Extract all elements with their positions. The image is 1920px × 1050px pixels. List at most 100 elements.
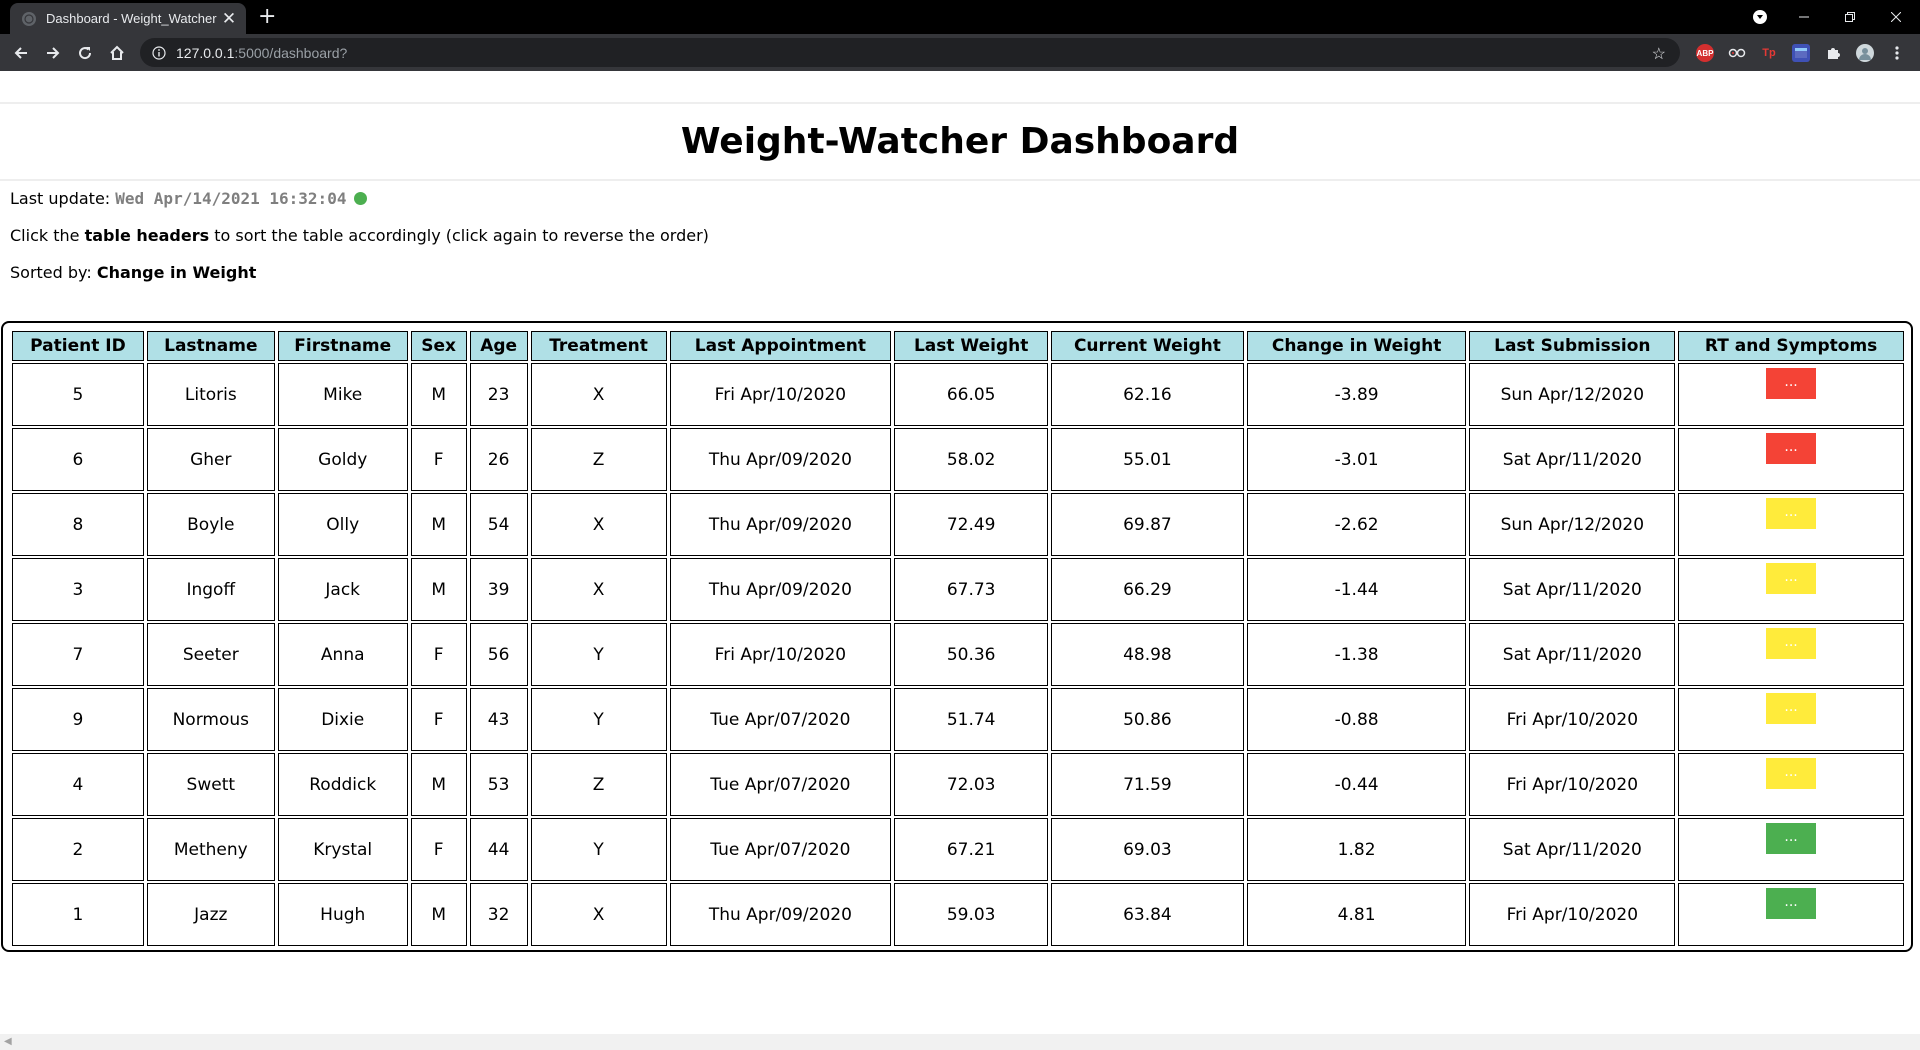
cell-change-in-weight: -2.62 xyxy=(1246,493,1467,556)
table-row: 7 Seeter Anna F 56 Y Fri Apr/10/2020 50.36 48.98… xyxy=(12,623,1904,686)
cell-age: 44 xyxy=(469,818,528,881)
cell-current-weight: 48.98 xyxy=(1051,623,1244,686)
back-icon[interactable] xyxy=(8,40,34,66)
cell-firstname: Goldy xyxy=(277,428,408,491)
instructions-bold: table headers xyxy=(84,226,210,245)
cell-sex: M xyxy=(410,493,467,556)
symptoms-button[interactable]: ... xyxy=(1766,693,1817,724)
cell-last-submission: Fri Apr/10/2020 xyxy=(1469,883,1676,946)
header-firstname[interactable]: Firstname xyxy=(277,331,408,361)
table-container: Patient ID Lastname Firstname Sex Age Tr… xyxy=(1,321,1913,952)
header-last-submission[interactable]: Last Submission xyxy=(1469,331,1676,361)
tp-extension-icon[interactable]: Tp xyxy=(1760,44,1778,62)
header-last-appointment[interactable]: Last Appointment xyxy=(669,331,892,361)
symptoms-button[interactable]: ... xyxy=(1766,888,1817,919)
globe-icon xyxy=(22,11,36,26)
cell-rt-and-symptoms: ... xyxy=(1678,818,1904,881)
cell-lastname: Gher xyxy=(146,428,275,491)
bookmark-star-icon[interactable]: ☆ xyxy=(1652,44,1666,64)
cell-treatment: Y xyxy=(530,818,667,881)
table-row: 4 Swett Roddick M 53 Z Tue Apr/07/2020 72.03 71.… xyxy=(12,753,1904,816)
cell-rt-and-symptoms: ... xyxy=(1678,688,1904,751)
cell-last-submission: Sun Apr/12/2020 xyxy=(1469,363,1676,426)
header-rt-and-symptoms[interactable]: RT and Symptoms xyxy=(1678,331,1904,361)
cell-change-in-weight: -1.38 xyxy=(1246,623,1467,686)
sorted-by-label: Sorted by: xyxy=(10,263,97,282)
cell-last-appointment: Thu Apr/09/2020 xyxy=(669,493,892,556)
symptoms-button[interactable]: ... xyxy=(1766,563,1817,594)
header-sex[interactable]: Sex xyxy=(410,331,467,361)
cell-age: 23 xyxy=(469,363,528,426)
adblock-extension-icon[interactable]: ABP xyxy=(1696,44,1714,62)
sorted-by-line: Sorted by: Change in Weight xyxy=(10,262,256,284)
header-treatment[interactable]: Treatment xyxy=(530,331,667,361)
cell-last-appointment: Tue Apr/07/2020 xyxy=(669,688,892,751)
reload-icon[interactable] xyxy=(72,40,98,66)
cell-last-appointment: Fri Apr/10/2020 xyxy=(669,623,892,686)
browser-tab[interactable]: Dashboard - Weight_Watcher ✕ xyxy=(10,3,246,34)
cell-firstname: Olly xyxy=(277,493,408,556)
cell-last-appointment: Thu Apr/09/2020 xyxy=(669,428,892,491)
symptoms-button[interactable]: ... xyxy=(1766,433,1817,464)
minimize-icon[interactable] xyxy=(1784,0,1824,34)
cell-lastname: Normous xyxy=(146,688,275,751)
symptoms-button[interactable]: ... xyxy=(1766,823,1817,854)
screen-extension-icon[interactable] xyxy=(1792,44,1810,62)
cell-treatment: Y xyxy=(530,688,667,751)
symptoms-button[interactable]: ... xyxy=(1766,498,1817,529)
header-last-weight[interactable]: Last Weight xyxy=(894,331,1049,361)
cell-current-weight: 63.84 xyxy=(1051,883,1244,946)
cell-rt-and-symptoms: ... xyxy=(1678,558,1904,621)
profile-avatar-icon[interactable] xyxy=(1856,44,1874,62)
tab-title: Dashboard - Weight_Watcher xyxy=(46,11,217,26)
cell-lastname: Ingoff xyxy=(146,558,275,621)
cell-treatment: X xyxy=(530,883,667,946)
glasses-extension-icon[interactable] xyxy=(1728,44,1746,62)
cell-last-appointment: Thu Apr/09/2020 xyxy=(669,883,892,946)
close-tab-icon[interactable]: ✕ xyxy=(218,9,240,29)
symptoms-button[interactable]: ... xyxy=(1766,368,1817,399)
header-patient-id[interactable]: Patient ID xyxy=(12,331,144,361)
cell-change-in-weight: -1.44 xyxy=(1246,558,1467,621)
browser-menu-icon[interactable] xyxy=(1888,44,1906,62)
cell-current-weight: 69.87 xyxy=(1051,493,1244,556)
cell-age: 54 xyxy=(469,493,528,556)
cell-lastname: Boyle xyxy=(146,493,275,556)
cell-change-in-weight: -0.44 xyxy=(1246,753,1467,816)
home-icon[interactable] xyxy=(104,40,130,66)
header-lastname[interactable]: Lastname xyxy=(146,331,275,361)
cell-treatment: Y xyxy=(530,623,667,686)
cell-age: 26 xyxy=(469,428,528,491)
table-row: 2 Metheny Krystal F 44 Y Tue Apr/07/2020 67.21 6… xyxy=(12,818,1904,881)
new-tab-button[interactable]: + xyxy=(258,3,276,31)
url-path: :5000/dashboard? xyxy=(234,44,348,61)
info-icon[interactable] xyxy=(151,45,167,61)
cell-last-weight: 66.05 xyxy=(894,363,1049,426)
profile-download-icon[interactable] xyxy=(1740,0,1780,34)
header-current-weight[interactable]: Current Weight xyxy=(1051,331,1244,361)
forward-icon[interactable] xyxy=(40,40,66,66)
table-row: 5 Litoris Mike M 23 X Fri Apr/10/2020 66.05 62.1… xyxy=(12,363,1904,426)
cell-last-appointment: Thu Apr/09/2020 xyxy=(669,558,892,621)
header-age[interactable]: Age xyxy=(469,331,528,361)
browser-toolbar: 127.0.0.1:5000/dashboard? ☆ ABP Tp xyxy=(0,34,1920,71)
close-window-icon[interactable] xyxy=(1876,0,1916,34)
restore-icon[interactable] xyxy=(1830,0,1870,34)
table-row: 1 Jazz Hugh M 32 X Thu Apr/09/2020 59.03 63.84 4.… xyxy=(12,883,1904,946)
last-update-label: Last update: xyxy=(10,189,116,208)
cell-firstname: Mike xyxy=(277,363,408,426)
extensions-puzzle-icon[interactable] xyxy=(1824,44,1842,62)
address-bar[interactable]: 127.0.0.1:5000/dashboard? ☆ xyxy=(140,38,1680,67)
symptoms-button[interactable]: ... xyxy=(1766,628,1817,659)
header-change-in-weight[interactable]: Change in Weight xyxy=(1246,331,1467,361)
cell-lastname: Jazz xyxy=(146,883,275,946)
live-status-dot xyxy=(354,192,368,205)
symptoms-button[interactable]: ... xyxy=(1766,758,1817,789)
cell-sex: M xyxy=(410,363,467,426)
scroll-left-icon[interactable]: ◀ xyxy=(4,1036,12,1047)
cell-patient-id: 3 xyxy=(12,558,144,621)
horizontal-scrollbar[interactable]: ◀ xyxy=(0,1034,1920,1050)
sorted-by-value: Change in Weight xyxy=(96,263,257,282)
cell-current-weight: 55.01 xyxy=(1051,428,1244,491)
tab-strip: Dashboard - Weight_Watcher ✕ + xyxy=(0,0,1920,34)
